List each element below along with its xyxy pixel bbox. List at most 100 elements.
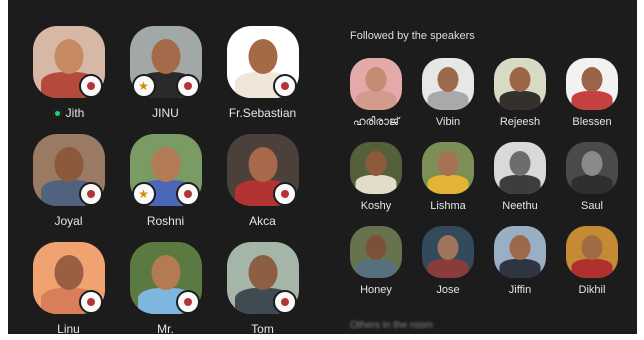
speaker-name-row: Joyal [54,214,82,228]
speaker-tile[interactable]: Linu [20,238,117,334]
mic-avatar-badge-icon [272,182,297,206]
mic-avatar-badge-icon [272,290,297,314]
follower-name: Jose [436,284,460,296]
portrait-head [437,67,459,92]
speaker-name: Tom [251,322,274,334]
speaker-tile[interactable]: ★ JINU [117,22,214,130]
follower-avatar[interactable] [566,142,618,194]
badge-avatar-dot [86,82,95,90]
speaker-avatar-wrap [129,238,202,314]
portrait-head [581,235,603,260]
follower-name: Saul [580,200,604,212]
speaker-tile[interactable]: ★ Roshni [117,130,214,238]
portrait-body [499,175,541,194]
follower-avatar[interactable] [350,142,402,194]
speaker-tile[interactable]: Joyal [20,130,117,238]
speaker-avatar-wrap [226,130,299,206]
speaker-avatar-wrap [32,22,105,98]
follower-name: Neethu [502,200,538,212]
follower-avatar[interactable] [494,226,546,278]
portrait-body [355,175,397,194]
mic-avatar-badge-icon [175,74,200,98]
follower-avatar[interactable] [350,226,402,278]
speaker-avatar-wrap [226,22,299,98]
follower-tile[interactable]: ഹരിരാജ് [340,58,412,142]
follower-avatar[interactable] [422,58,474,110]
follower-tile[interactable]: Rejeesh [484,58,556,142]
badge-avatar-dot [183,82,192,90]
speaker-name-row: JINU [152,106,179,120]
follower-name: Honey [360,284,392,296]
follower-name: Koshy [360,200,392,212]
follower-tile[interactable]: Jose [412,226,484,310]
follower-name: Blessen [572,116,612,128]
follower-avatar[interactable] [494,58,546,110]
portrait-head [437,151,459,176]
follower-avatar[interactable] [566,226,618,278]
follower-avatar[interactable] [422,142,474,194]
portrait-head [151,255,180,290]
follower-avatar[interactable] [566,58,618,110]
speaker-name: JINU [152,106,179,120]
speaker-avatar-wrap [226,238,299,314]
follower-tile[interactable]: Vibin [412,58,484,142]
follower-tile[interactable]: Neethu [484,142,556,226]
follower-name: Jiffin [508,284,532,296]
speaker-name: Akca [249,214,276,228]
speaker-tile[interactable]: Akca [214,130,311,238]
speaker-tile[interactable]: Jith [20,22,117,130]
portrait-head [437,235,459,260]
badge-avatar-dot [183,298,192,306]
mic-avatar-badge-icon [78,182,103,206]
portrait-body [427,91,469,110]
speaker-tile[interactable]: Tom [214,238,311,334]
followed-grid: ഹരിരാജ് Vibin Rejeesh Blessen Koshy Lishma Nee… [340,58,630,310]
portrait-body [355,91,397,110]
follower-name: Lishma [430,200,466,212]
celebrate-icon: ★ [131,182,156,206]
speaker-name-row: Mr. [157,322,174,334]
portrait-head [509,235,531,260]
portrait-head [151,39,180,74]
speaker-tile[interactable]: Fr.Sebastian [214,22,311,130]
speaker-name-row: Linu [57,322,80,334]
follower-tile[interactable]: Jiffin [484,226,556,310]
portrait-head [509,67,531,92]
celebrate-icon: ★ [131,74,156,98]
portrait-head [54,39,83,74]
follower-avatar[interactable] [494,142,546,194]
follower-avatar[interactable] [350,58,402,110]
follower-avatar[interactable] [422,226,474,278]
badge-avatar-dot [280,190,289,198]
portrait-head [151,147,180,182]
portrait-head [365,151,387,176]
portrait-head [365,67,387,92]
speaker-name-row: Akca [249,214,276,228]
portrait-head [365,235,387,260]
mic-avatar-badge-icon [175,182,200,206]
portrait-head [248,255,277,290]
speaker-tile[interactable]: Mr. [117,238,214,334]
speaker-name: Mr. [157,322,174,334]
speaker-name: Linu [57,322,80,334]
portrait-body [427,175,469,194]
follower-tile[interactable]: Honey [340,226,412,310]
badge-avatar-dot [86,298,95,306]
badge-avatar-dot [280,82,289,90]
portrait-body [499,91,541,110]
follower-name: Dikhil [578,284,606,296]
follower-tile[interactable]: Koshy [340,142,412,226]
follower-tile[interactable]: Saul [556,142,628,226]
speakers-section: Jith ★ JINU Fr.Sebastian Joyal ★ Roshni Akca Lin… [20,22,320,334]
badge-avatar-dot [183,190,192,198]
follower-tile[interactable]: Dikhil [556,226,628,310]
badge-avatar-dot [86,190,95,198]
others-heading: Others in the room [350,320,433,331]
speaker-avatar-wrap [32,130,105,206]
follower-name: ഹരിരാജ് [352,116,400,128]
portrait-head [54,147,83,182]
portrait-body [571,259,613,278]
follower-tile[interactable]: Lishma [412,142,484,226]
portrait-head [581,151,603,176]
follower-tile[interactable]: Blessen [556,58,628,142]
